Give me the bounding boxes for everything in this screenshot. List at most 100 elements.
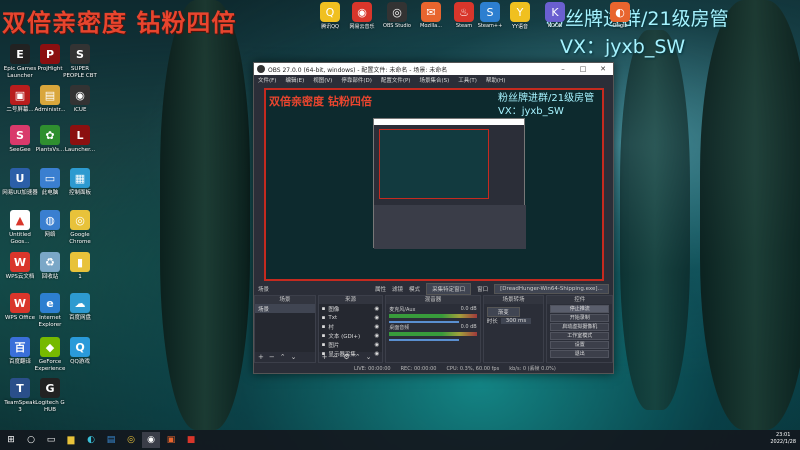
control-button[interactable]: 设置: [550, 341, 610, 349]
obs-window[interactable]: OBS 27.0.0 (64-bit, windows) - 配置文件: 未命名…: [253, 62, 614, 374]
up-icon[interactable]: ⌃: [355, 353, 361, 361]
visibility-eye-icon[interactable]: ◉: [374, 333, 379, 339]
top-app-icon[interactable]: K: [545, 2, 565, 22]
add-icon[interactable]: +: [322, 353, 328, 361]
control-button[interactable]: 退出: [550, 350, 610, 358]
store-icon[interactable]: ▤: [102, 432, 120, 448]
app-icon: ▤: [40, 85, 60, 105]
desktop-icon[interactable]: ◎ Google Chrome: [62, 210, 98, 245]
desktop-icon[interactable]: ☁ 百度网盘: [62, 293, 98, 322]
duration-input[interactable]: 300 ms: [500, 317, 532, 324]
remove-icon[interactable]: −: [269, 353, 275, 361]
maximize-icon[interactable]: □: [573, 63, 593, 75]
chrome-icon[interactable]: ◎: [122, 432, 140, 448]
app-icon: G: [40, 378, 60, 398]
top-app-icon[interactable]: ✉: [421, 2, 441, 22]
down-icon[interactable]: ⌄: [291, 353, 297, 361]
control-button[interactable]: 工作室模式: [550, 332, 610, 340]
task-view-icon[interactable]: ▭: [42, 432, 60, 448]
mixer-dock-title: 混音器: [386, 296, 480, 304]
mode-select[interactable]: 采集特定窗口: [426, 282, 472, 295]
app-icon: E: [10, 44, 30, 64]
control-button[interactable]: 开始录制: [550, 314, 610, 322]
top-app-icon[interactable]: Y: [510, 2, 530, 22]
filters-button[interactable]: 滤镜: [392, 285, 403, 293]
taskbar-clock[interactable]: 23:01 2022/1/28: [770, 432, 796, 446]
visibility-eye-icon[interactable]: ◉: [374, 342, 379, 348]
top-app-icon[interactable]: ◉: [352, 2, 372, 22]
remove-icon[interactable]: −: [333, 353, 339, 361]
obs-menu-item[interactable]: 停靠部件(D): [341, 76, 372, 84]
top-app-label: Steam++: [477, 23, 503, 29]
app-taskbar-icon[interactable]: ▣: [162, 432, 180, 448]
obs-taskbar-icon[interactable]: ◉: [142, 432, 160, 448]
minimize-icon[interactable]: –: [553, 63, 573, 75]
top-app-icon[interactable]: ◎: [387, 2, 407, 22]
gear-icon[interactable]: ⚙: [343, 353, 349, 361]
obs-menu-item[interactable]: 工具(T): [458, 76, 477, 84]
app-icon: ◆: [40, 337, 60, 357]
source-name: 图像: [328, 306, 340, 313]
obs-menu-item[interactable]: 帮助(H): [486, 76, 505, 84]
app-icon: ♻: [40, 252, 60, 272]
control-button[interactable]: 启动虚拟摄像机: [550, 323, 610, 331]
visibility-eye-icon[interactable]: ◉: [374, 315, 379, 321]
preview-cyan-text: 粉丝牌进群/21级房管 VX：jyxb_SW: [498, 92, 594, 118]
desktop-icon-label: 控制面板: [68, 190, 91, 196]
app-icon: ◉: [70, 85, 90, 105]
source-item[interactable]: ▪ 村 ◉: [319, 322, 383, 331]
app-icon: P: [40, 44, 60, 64]
top-app-icon[interactable]: S: [480, 2, 500, 22]
volume-slider[interactable]: [389, 339, 460, 341]
search-icon[interactable]: ○: [22, 432, 40, 448]
down-icon[interactable]: ⌄: [366, 353, 372, 361]
source-item[interactable]: ▪ Txt ◉: [319, 313, 383, 322]
desktop-icon[interactable]: G Logitech G HUB: [32, 378, 68, 413]
clock-time: 23:01: [775, 432, 791, 438]
visibility-eye-icon[interactable]: ◉: [374, 324, 379, 330]
preview-vx-text: VX：jyxb_SW: [498, 106, 564, 117]
desktop-icon[interactable]: ▦ 控制面板: [62, 168, 98, 197]
obs-menu-item[interactable]: 视图(V): [313, 76, 332, 84]
desktop-icon[interactable]: L Launcher...: [62, 125, 98, 154]
rec-status: REC: 00:00:00: [400, 365, 437, 372]
scene-item[interactable]: 场景: [255, 304, 315, 313]
transition-select[interactable]: 渐变: [486, 306, 520, 317]
overlay-promo-text: 双倍亲密度 钻粉四倍: [2, 9, 237, 37]
source-item[interactable]: ▪ 图片 ◉: [319, 340, 383, 349]
mixer-channel-db: 0.0 dB: [460, 306, 477, 312]
edge-icon[interactable]: ◐: [82, 432, 100, 448]
desktop-icon[interactable]: S SUPER PEOPLE CBT: [62, 44, 98, 79]
obs-menu-item[interactable]: 配置文件(P): [381, 76, 411, 84]
up-icon[interactable]: ⌃: [280, 353, 286, 361]
recursive-obs-preview: [373, 118, 526, 249]
obs-menu-item[interactable]: 编辑(E): [285, 76, 304, 84]
app-icon: ▲: [10, 210, 30, 230]
properties-button[interactable]: 属性: [375, 285, 386, 293]
top-app-icon[interactable]: Q: [320, 2, 340, 22]
obs-menu-item[interactable]: 场景集合(S): [419, 76, 449, 84]
desktop-icon[interactable]: ▮ 1: [62, 252, 98, 281]
top-app-icon[interactable]: ◐: [610, 2, 630, 22]
source-item[interactable]: ▪ 文本 (GDI+) ◉: [319, 331, 383, 340]
obs-status-bar: LIVE: 00:00:00 REC: 00:00:00 CPU: 0.3%, …: [254, 364, 613, 373]
overlay-vx-text: VX：jyxb_SW: [560, 36, 686, 58]
file-explorer-icon[interactable]: ▆: [62, 432, 80, 448]
top-app-icon[interactable]: ♨: [454, 2, 474, 22]
visibility-eye-icon[interactable]: ◉: [374, 306, 379, 312]
obs-menu-item[interactable]: 文件(F): [258, 76, 276, 84]
close-icon[interactable]: ✕: [593, 63, 613, 75]
obs-preview[interactable]: 双倍亲密度 钻粉四倍 粉丝牌进群/21级房管 VX：jyxb_SW: [264, 88, 604, 281]
control-button[interactable]: 停止推流: [550, 305, 610, 313]
source-item[interactable]: ▪ 图像 ◉: [319, 304, 383, 313]
app-icon: ▣: [10, 85, 30, 105]
add-icon[interactable]: +: [258, 353, 264, 361]
start-button[interactable]: ⊞: [2, 432, 20, 448]
app-taskbar-icon[interactable]: ■: [182, 432, 200, 448]
obs-title-bar[interactable]: OBS 27.0.0 (64-bit, windows) - 配置文件: 未命名…: [254, 63, 613, 75]
window-select[interactable]: [DreadHunger-Win64-Shipping.exe]...: [494, 283, 609, 294]
desktop-icon[interactable]: Q QQ游戏: [62, 337, 98, 366]
scene-label: 场景: [258, 286, 270, 293]
desktop-icon[interactable]: ◉ iCUE: [62, 85, 98, 114]
preview-promo-text: 双倍亲密度 钻粉四倍: [269, 95, 372, 108]
